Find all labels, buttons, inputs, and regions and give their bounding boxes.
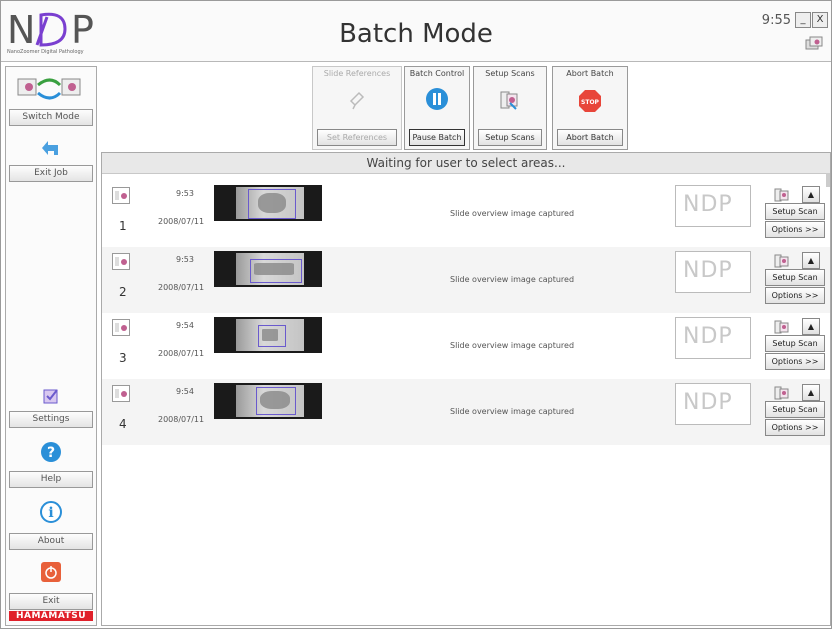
options-button[interactable]: Options >> <box>765 287 825 304</box>
clock: 9:55 <box>761 13 791 28</box>
slide-date: 2008/07/11 <box>158 349 205 358</box>
setup-scan-icon <box>774 187 790 202</box>
options-button[interactable]: Options >> <box>765 419 825 436</box>
exit-job-icon[interactable] <box>40 139 62 163</box>
slide-date: 2008/07/11 <box>158 283 205 292</box>
abort-batch-title: Abort Batch <box>566 69 614 78</box>
abort-batch-group: Abort Batch STOP Abort Batch <box>552 66 628 150</box>
slide-time: 9:53 <box>176 189 194 198</box>
setup-scan-icon <box>774 253 790 268</box>
exit-job-button[interactable]: Exit Job <box>9 165 93 182</box>
slide-row: 4 9:54 2008/07/11 Slide overview image c… <box>102 379 830 445</box>
slide-status: Slide overview image captured <box>449 209 575 218</box>
slide-icon <box>112 385 130 402</box>
slide-row: 3 9:54 2008/07/11 Slide overview image c… <box>102 313 830 379</box>
slide-icon <box>112 319 130 336</box>
slide-row: 1 9:53 2008/07/11 Slide overview image c… <box>102 181 830 247</box>
slide-time: 9:53 <box>176 255 194 264</box>
setup-scan-button[interactable]: Setup Scan <box>765 335 825 352</box>
slide-status: Slide overview image captured <box>449 275 575 284</box>
batch-control-group: Batch Control Pause Batch <box>404 66 470 150</box>
svg-text:i: i <box>48 505 53 521</box>
scan-preview-placeholder: NDP <box>675 185 751 227</box>
scan-preview-placeholder: NDP <box>675 317 751 359</box>
slide-status: Slide overview image captured <box>449 341 575 350</box>
setup-scan-button[interactable]: Setup Scan <box>765 401 825 418</box>
slide-icon <box>112 187 130 204</box>
collapse-arrow-button[interactable]: ▲ <box>802 252 820 269</box>
slide-overview-thumbnail[interactable] <box>214 383 322 419</box>
page-title: Batch Mode <box>339 19 493 49</box>
scan-preview-placeholder: NDP <box>675 251 751 293</box>
collapse-arrow-button[interactable]: ▲ <box>802 186 820 203</box>
options-button[interactable]: Options >> <box>765 221 825 238</box>
slide-icon <box>112 253 130 270</box>
setup-scan-button[interactable]: Setup Scan <box>765 203 825 220</box>
set-references-icon <box>347 89 367 117</box>
sidebar: Switch Mode Exit Job Settings ? Help i A… <box>5 66 97 626</box>
setup-scans-title: Setup Scans <box>485 69 535 78</box>
stop-icon[interactable]: STOP <box>578 89 602 117</box>
set-references-button[interactable]: Set References <box>317 129 397 146</box>
header: N P NanoZoomer Digital Pathology Batch M… <box>1 1 831 62</box>
setup-scans-icon[interactable] <box>500 91 520 115</box>
slide-date: 2008/07/11 <box>158 415 205 424</box>
collapse-arrow-button[interactable]: ▲ <box>802 384 820 401</box>
close-button[interactable]: X <box>812 12 828 28</box>
settings-button[interactable]: Settings <box>9 411 93 428</box>
slide-time: 9:54 <box>176 387 194 396</box>
slide-number: 4 <box>119 417 127 431</box>
about-info-icon[interactable]: i <box>40 501 62 527</box>
slide-overview-thumbnail[interactable] <box>214 317 322 353</box>
power-icon[interactable] <box>40 561 62 587</box>
setup-scan-icon <box>774 385 790 400</box>
logo-subtitle: NanoZoomer Digital Pathology <box>7 49 84 55</box>
slide-number: 2 <box>119 285 127 299</box>
settings-checklist-icon[interactable] <box>42 387 60 409</box>
setup-scan-button[interactable]: Setup Scan <box>765 269 825 286</box>
batch-status-message: Waiting for user to select areas... <box>102 153 830 174</box>
setup-scans-button[interactable]: Setup Scans <box>478 129 542 146</box>
slide-number: 3 <box>119 351 127 365</box>
help-icon[interactable]: ? <box>40 441 62 467</box>
options-button[interactable]: Options >> <box>765 353 825 370</box>
svg-text:?: ? <box>47 445 55 461</box>
slide-overview-thumbnail[interactable] <box>214 251 322 287</box>
scan-preview-placeholder: NDP <box>675 383 751 425</box>
slides-stack-icon <box>805 35 825 53</box>
exit-button[interactable]: Exit <box>9 593 93 610</box>
slide-row: 2 9:53 2008/07/11 Slide overview image c… <box>102 247 830 313</box>
abort-batch-button[interactable]: Abort Batch <box>557 129 623 146</box>
hamamatsu-logo: HAMAMATSU <box>9 611 93 621</box>
slide-date: 2008/07/11 <box>158 217 205 226</box>
switch-mode-button[interactable]: Switch Mode <box>9 109 93 126</box>
collapse-arrow-button[interactable]: ▲ <box>802 318 820 335</box>
setup-scan-icon <box>774 319 790 334</box>
slide-list-panel: Waiting for user to select areas... 1 9:… <box>101 152 831 626</box>
slide-number: 1 <box>119 219 127 233</box>
about-button[interactable]: About <box>9 533 93 550</box>
stop-sign-label: STOP <box>581 99 600 106</box>
slide-time: 9:54 <box>176 321 194 330</box>
switch-mode-icon[interactable] <box>16 75 86 107</box>
pause-icon[interactable] <box>425 87 449 115</box>
pause-batch-button[interactable]: Pause Batch <box>409 129 465 146</box>
toolbar: Slide References Set References Batch Co… <box>98 66 830 150</box>
setup-scans-group: Setup Scans Setup Scans <box>473 66 547 150</box>
slide-references-group: Slide References Set References <box>312 66 402 150</box>
help-button[interactable]: Help <box>9 471 93 488</box>
minimize-button[interactable]: _ <box>795 12 811 28</box>
batch-control-title: Batch Control <box>409 69 465 78</box>
slide-overview-thumbnail[interactable] <box>214 185 322 221</box>
slide-status: Slide overview image captured <box>449 407 575 416</box>
slide-references-title: Slide References <box>323 69 391 78</box>
